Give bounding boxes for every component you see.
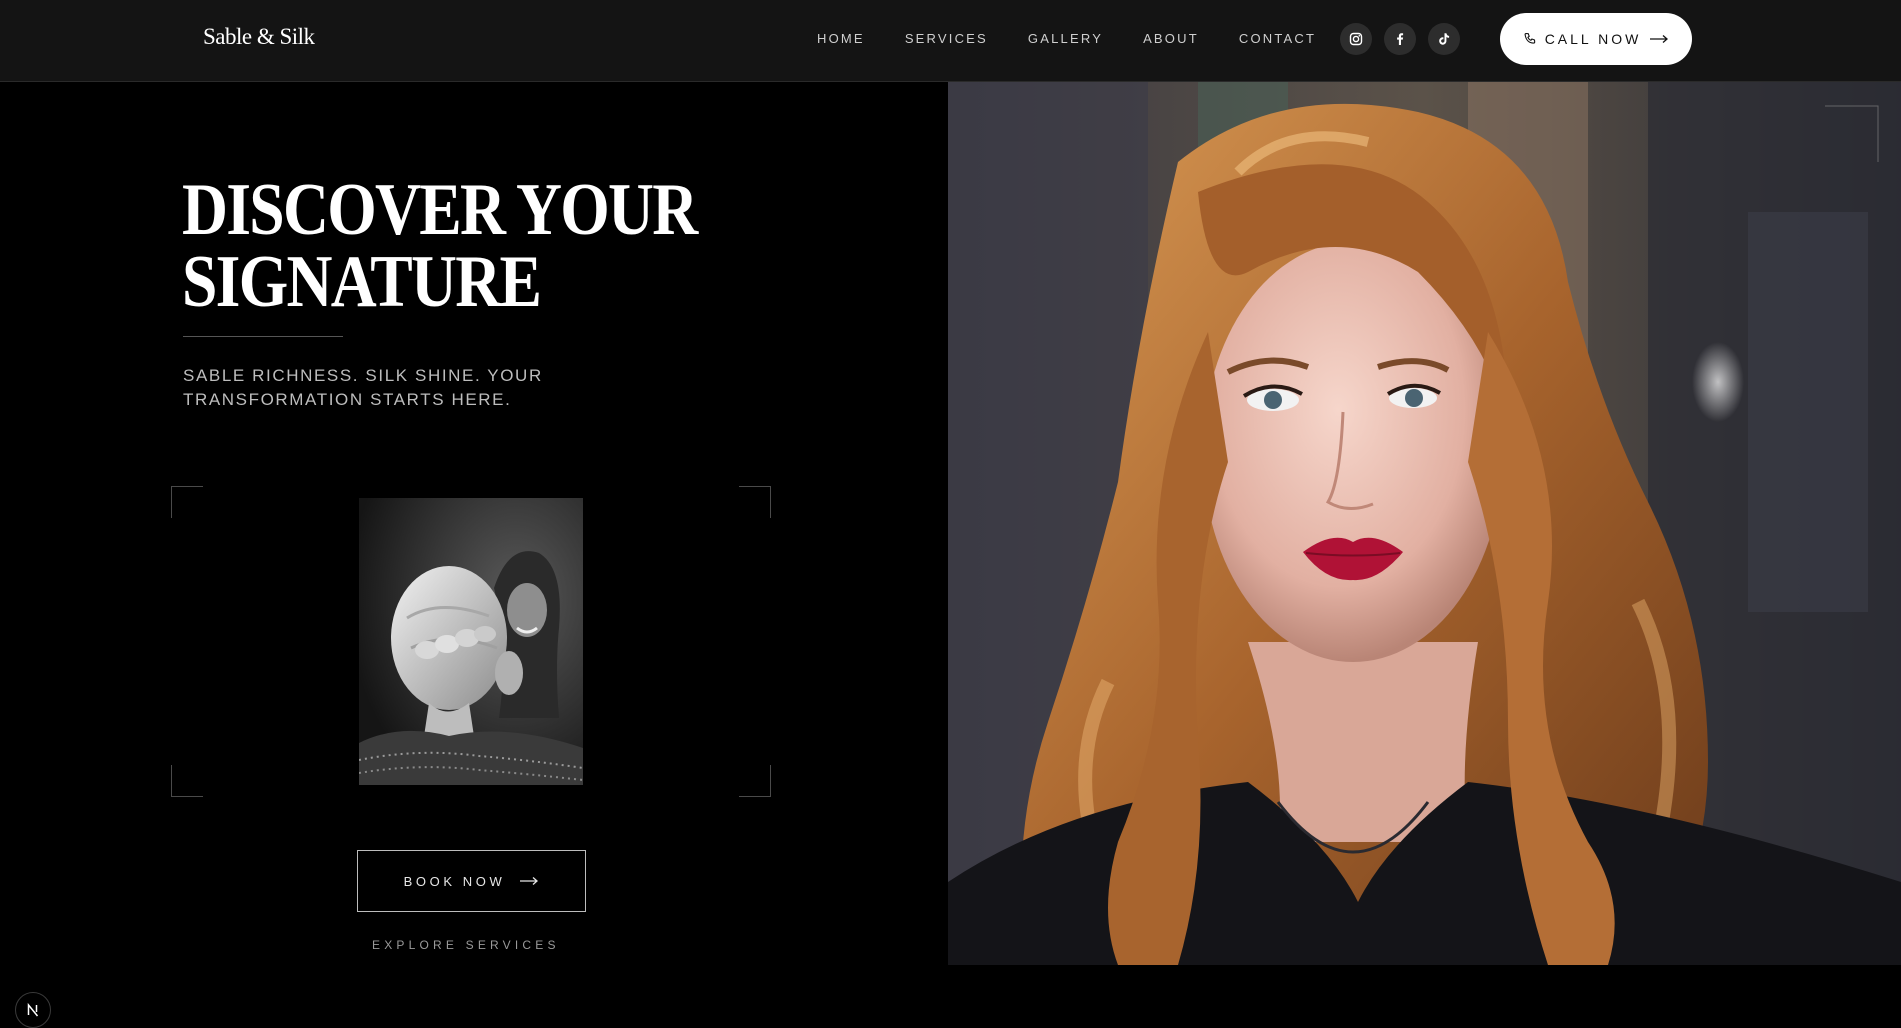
tiktok-button[interactable]: [1428, 23, 1460, 55]
frame-corner-top-right: [739, 486, 771, 518]
hero-left-panel: DISCOVER YOUR SIGNATURE SABLE RICHNESS. …: [0, 82, 948, 1028]
hero-portrait-panel: [948, 82, 1901, 965]
hero-headline: DISCOVER YOUR SIGNATURE: [182, 169, 698, 323]
hero-headline-line-2: SIGNATURE: [182, 241, 542, 323]
instagram-button[interactable]: [1340, 23, 1372, 55]
hero-tagline-line-1: SABLE RICHNESS. SILK SHINE. YOUR: [183, 366, 543, 385]
headline-divider: [183, 336, 343, 337]
next-js-badge[interactable]: [15, 992, 51, 1028]
social-links: [1340, 23, 1460, 55]
hero-tagline: SABLE RICHNESS. SILK SHINE. YOUR TRANSFO…: [183, 364, 583, 412]
frame-corner-bottom-left: [171, 765, 203, 797]
call-now-label: CALL NOW: [1544, 31, 1642, 47]
explore-services-link[interactable]: EXPLORE SERVICES: [372, 938, 560, 952]
nav-item-services[interactable]: SERVICES: [905, 31, 988, 46]
arrow-right-icon: [520, 877, 539, 885]
hero-headline-line-1: DISCOVER YOUR: [182, 169, 698, 251]
site-logo[interactable]: Sable & Silk: [203, 24, 315, 50]
call-now-button[interactable]: CALL NOW: [1500, 13, 1692, 65]
braid-hairstyle-photo: [359, 498, 583, 785]
nav-item-gallery[interactable]: GALLERY: [1028, 31, 1103, 46]
book-now-label: BOOK NOW: [403, 873, 506, 889]
nav-item-about[interactable]: ABOUT: [1143, 31, 1199, 46]
arrow-right-icon: [1650, 35, 1669, 43]
book-now-button[interactable]: BOOK NOW: [357, 850, 586, 912]
facebook-button[interactable]: [1384, 23, 1416, 55]
site-header: Sable & Silk HOME SERVICES GALLERY ABOUT…: [0, 0, 1901, 82]
frame-corner-top-left: [171, 486, 203, 518]
instagram-icon: [1349, 32, 1363, 46]
tiktok-icon: [1439, 33, 1450, 45]
nav-item-home[interactable]: HOME: [817, 31, 865, 46]
hero-tagline-line-2: TRANSFORMATION STARTS HERE.: [183, 390, 512, 409]
facebook-icon: [1397, 33, 1404, 45]
phone-icon: [1524, 32, 1535, 44]
nav-item-contact[interactable]: CONTACT: [1239, 31, 1316, 46]
n-logo-icon: [27, 1002, 39, 1017]
frame-corner-bottom-right: [739, 765, 771, 797]
hero-portrait-photo: [948, 82, 1901, 965]
main-nav: HOME SERVICES GALLERY ABOUT CONTACT: [817, 31, 1316, 46]
